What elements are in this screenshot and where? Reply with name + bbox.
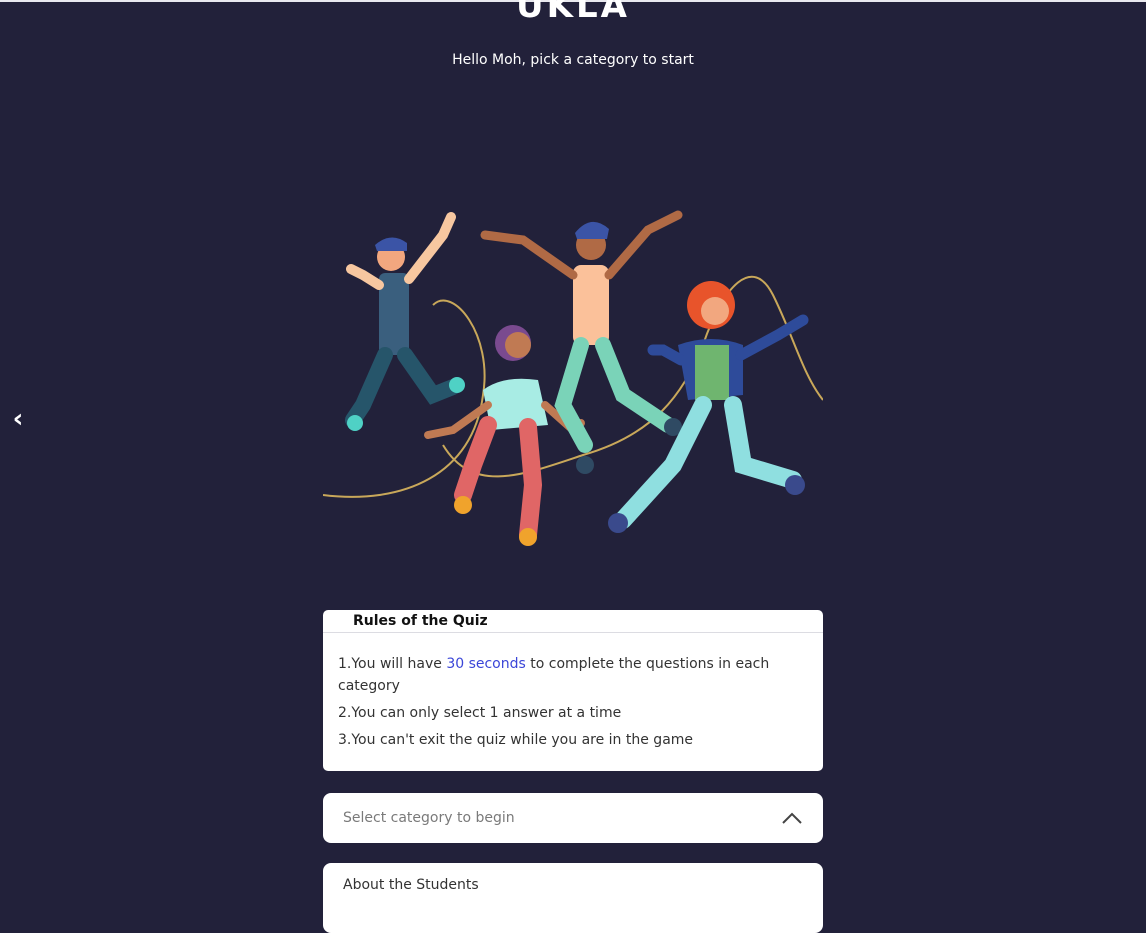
category-select-placeholder: Select category to begin [343,810,515,826]
rule-item-1: 1.You will have 30 seconds to complete t… [338,653,808,697]
category-select[interactable]: Select category to begin [323,793,823,843]
about-title: About the Students [343,877,479,893]
rules-card: Rules of the Quiz 1.You will have 30 sec… [323,610,823,771]
rule-item-2: 2.You can only select 1 answer at a time [338,705,622,721]
back-button[interactable]: ‹ [8,405,28,433]
rule-item-3: 3.You can't exit the quiz while you are … [338,732,694,748]
hero-illustration [323,210,823,546]
chevron-up-icon [782,812,802,824]
greeting-text: Hello Moh, pick a category to start [452,52,694,68]
rule-highlight: 30 seconds [446,656,526,672]
app-logo-title: UKLA [516,0,630,26]
about-card: About the Students [323,863,823,933]
chevron-left-icon: ‹ [12,404,24,434]
rule-text: 1.You will have [338,656,447,672]
rules-list: 1.You will have 30 seconds to complete t… [323,633,823,751]
rules-title: Rules of the Quiz [323,610,823,633]
